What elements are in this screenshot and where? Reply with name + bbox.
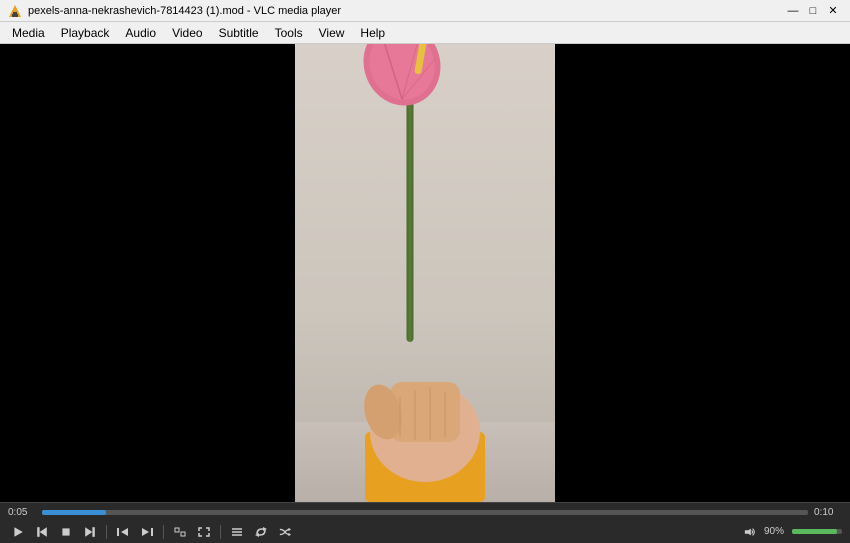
volume-button[interactable] (740, 523, 760, 541)
random-icon (279, 526, 291, 538)
video-content (0, 44, 850, 502)
menu-view[interactable]: View (311, 24, 353, 42)
volume-section: 90% (740, 523, 842, 541)
play-icon (12, 526, 24, 538)
random-button[interactable] (275, 523, 295, 541)
time-current: 0:05 (8, 507, 36, 518)
play-button[interactable] (8, 523, 28, 541)
menu-playback[interactable]: Playback (53, 24, 118, 42)
maximize-button[interactable]: □ (804, 2, 822, 20)
prev-button[interactable] (32, 523, 52, 541)
flower-spathe-container (360, 44, 460, 112)
loop-button[interactable] (251, 523, 271, 541)
window-title: pexels-anna-nekrashevich-7814423 (1).mod… (28, 5, 341, 17)
frame-back-button[interactable] (113, 523, 133, 541)
next-icon (84, 526, 96, 538)
windowed-button[interactable] (170, 523, 190, 541)
progress-row: 0:05 0:10 (0, 503, 850, 521)
vlc-icon (8, 4, 22, 18)
menu-audio[interactable]: Audio (117, 24, 164, 42)
time-total: 0:10 (814, 507, 842, 518)
volume-fill (792, 529, 837, 534)
playlist-button[interactable] (227, 523, 247, 541)
fullscreen-button[interactable] (194, 523, 214, 541)
stop-icon (60, 526, 72, 538)
menu-subtitle[interactable]: Subtitle (211, 24, 267, 42)
hand-container (335, 322, 515, 502)
flower-scene (295, 44, 555, 502)
black-bar-right (555, 44, 850, 502)
fullscreen-icon (198, 526, 210, 538)
prev-icon (36, 526, 48, 538)
menu-media[interactable]: Media (4, 24, 53, 42)
buttons-row: 90% (0, 521, 850, 543)
title-bar: pexels-anna-nekrashevich-7814423 (1).mod… (0, 0, 850, 22)
menu-help[interactable]: Help (352, 24, 393, 42)
next-button[interactable] (80, 523, 100, 541)
close-button[interactable]: ✕ (824, 2, 842, 20)
menu-video[interactable]: Video (164, 24, 210, 42)
stop-button[interactable] (56, 523, 76, 541)
sep3 (220, 525, 221, 539)
volume-icon (744, 526, 756, 538)
loop-icon (255, 526, 267, 538)
window-icon (174, 526, 186, 538)
progress-bar[interactable] (42, 510, 808, 515)
video-area[interactable] (0, 44, 850, 502)
playlist-icon (231, 526, 243, 538)
minimize-button[interactable]: — (784, 2, 802, 20)
title-left: pexels-anna-nekrashevich-7814423 (1).mod… (8, 4, 341, 18)
menu-tools[interactable]: Tools (267, 24, 311, 42)
frame-fwd-icon (141, 526, 153, 538)
controls-area: 0:05 0:10 (0, 502, 850, 543)
progress-fill (42, 510, 106, 515)
frame-back-icon (117, 526, 129, 538)
volume-label: 90% (764, 526, 788, 537)
sep2 (163, 525, 164, 539)
title-controls: — □ ✕ (784, 2, 842, 20)
frame-fwd-button[interactable] (137, 523, 157, 541)
black-bar-left (0, 44, 295, 502)
sep1 (106, 525, 107, 539)
menu-bar: Media Playback Audio Video Subtitle Tool… (0, 22, 850, 44)
video-frame (295, 44, 555, 502)
volume-bar[interactable] (792, 529, 842, 534)
